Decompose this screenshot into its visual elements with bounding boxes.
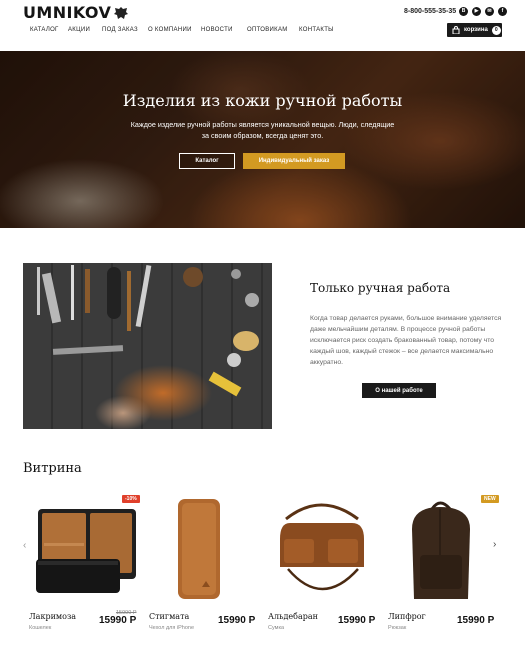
- social-links: B ▶ ✉ f: [459, 7, 507, 16]
- hero-description: Каждое изделие ручной работы является ун…: [130, 120, 395, 140]
- cart-button[interactable]: корзина 0: [447, 23, 502, 37]
- backpack-image: [412, 501, 470, 599]
- nav-promotions[interactable]: АКЦИИ: [68, 27, 102, 33]
- product-image-backpack[interactable]: [388, 495, 498, 605]
- logo-emblem-icon: [114, 6, 129, 19]
- cart-count-badge: 0: [491, 25, 501, 35]
- handmade-description: Когда товар делается руками, большое вни…: [310, 315, 502, 366]
- product-price: 15990 Р: [457, 615, 495, 626]
- product-price: 15990 Р: [218, 615, 256, 626]
- handmade-title: Только ручная работа: [310, 281, 451, 295]
- mail-icon[interactable]: ✉: [485, 7, 494, 16]
- bag-image: [280, 503, 364, 591]
- product-price: 15990 Р: [338, 615, 376, 626]
- product-name[interactable]: Липфрог: [388, 612, 426, 621]
- hero-banner: Изделия из кожи ручной работы Каждое изд…: [0, 51, 525, 228]
- youtube-icon[interactable]: ▶: [472, 7, 481, 16]
- phone-case-image: [178, 499, 220, 599]
- vk-icon[interactable]: B: [459, 7, 468, 16]
- logo[interactable]: UMNIKOV: [23, 3, 129, 22]
- carousel-prev-icon[interactable]: ‹: [23, 540, 26, 551]
- cart-label: корзина: [464, 27, 488, 33]
- about-work-button[interactable]: О нашей работе: [362, 383, 436, 398]
- product-name[interactable]: Стигмата: [149, 612, 189, 621]
- product-category: Сумка: [268, 625, 285, 631]
- nav-catalog[interactable]: КАТАЛОГ: [30, 27, 68, 33]
- facebook-icon[interactable]: f: [498, 7, 507, 16]
- product-image-wallet[interactable]: [30, 495, 140, 605]
- nav-about[interactable]: О КОМПАНИИ: [148, 27, 201, 33]
- sale-badge: -10%: [122, 495, 140, 503]
- new-badge: NEW: [481, 495, 499, 503]
- main-nav: КАТАЛОГ АКЦИИ ПОД ЗАКАЗ О КОМПАНИИ НОВОС…: [30, 27, 339, 33]
- phone-number[interactable]: 8-800-555-35-35: [404, 8, 456, 15]
- product-price: 15990 Р: [99, 615, 137, 626]
- craft-tools-image: [23, 263, 272, 429]
- logo-text: UMNIKOV: [23, 3, 112, 22]
- product-name[interactable]: Альдебаран: [268, 612, 318, 621]
- product-image-phone-case[interactable]: [150, 495, 260, 605]
- nav-news[interactable]: НОВОСТИ: [201, 27, 247, 33]
- product-category: Чехол для iPhone: [149, 625, 195, 631]
- product-category: Рюкзак: [388, 625, 407, 631]
- showcase-title: Витрина: [23, 461, 82, 476]
- wallet-image: [36, 509, 136, 593]
- nav-custom-order[interactable]: ПОД ЗАКАЗ: [102, 27, 148, 33]
- product-name[interactable]: Лакримоза: [29, 612, 76, 621]
- catalog-button[interactable]: Каталог: [179, 153, 235, 169]
- product-category: Кошелек: [29, 625, 52, 631]
- nav-contacts[interactable]: КОНТАКТЫ: [299, 27, 339, 33]
- hero-title: Изделия из кожи ручной работы: [122, 91, 403, 110]
- custom-order-button[interactable]: Индивидуальный заказ: [243, 153, 345, 169]
- nav-wholesale[interactable]: ОПТОВИКАМ: [247, 27, 299, 33]
- product-image-bag[interactable]: [266, 495, 376, 605]
- cart-icon: [452, 26, 460, 34]
